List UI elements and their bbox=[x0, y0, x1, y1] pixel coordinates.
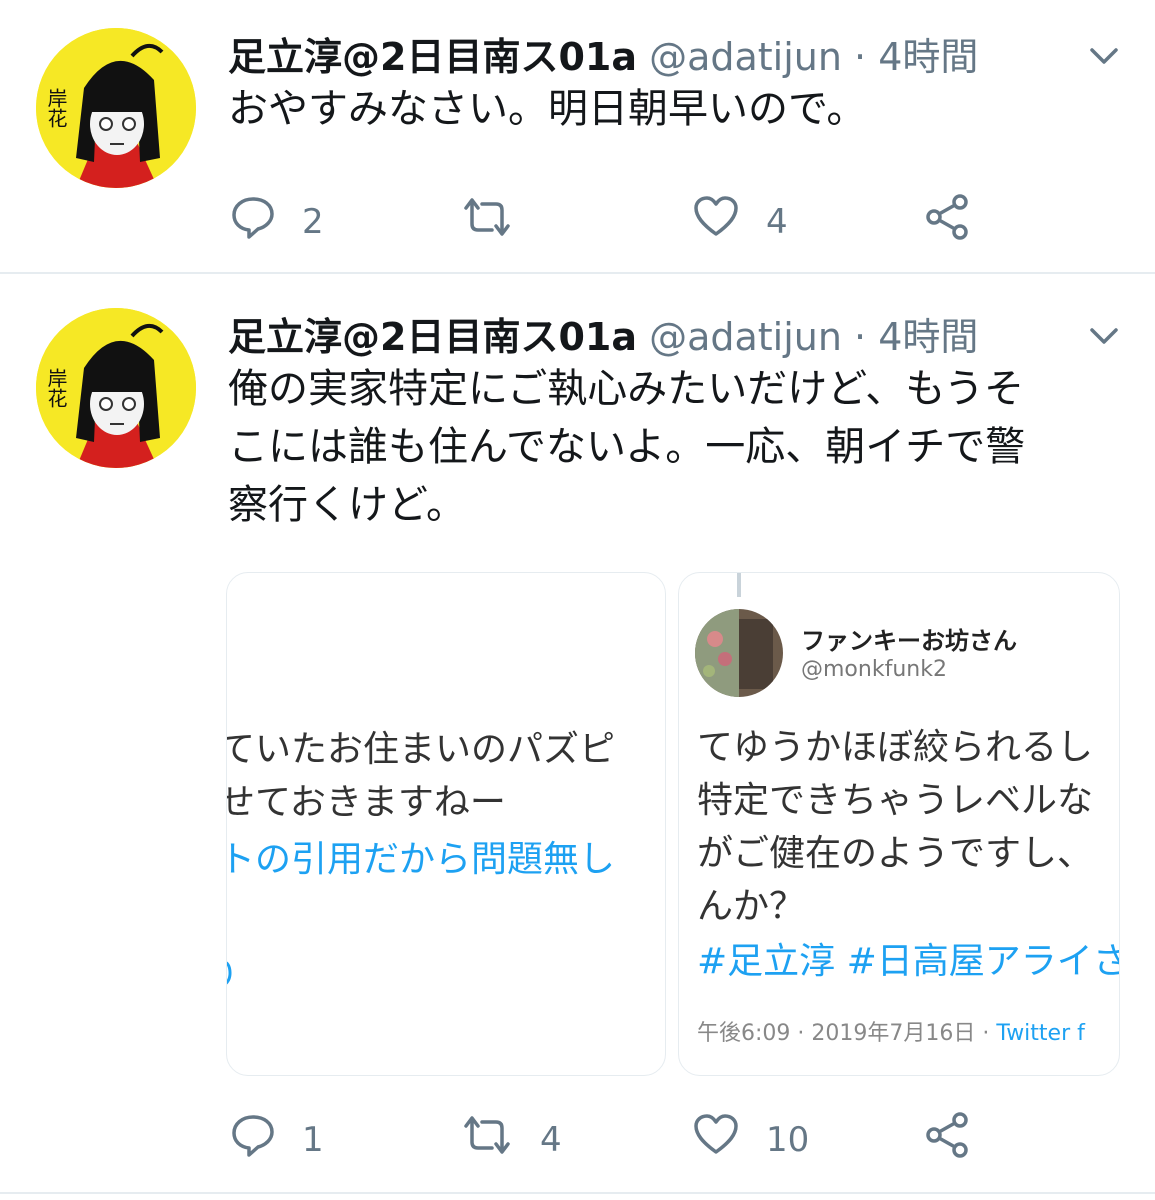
reply-button[interactable]: 1 bbox=[230, 1112, 324, 1167]
reply-icon bbox=[230, 194, 276, 249]
quoted-avatar[interactable] bbox=[695, 609, 783, 697]
reply-button[interactable]: 2 bbox=[230, 194, 324, 249]
like-count: 4 bbox=[766, 201, 788, 242]
quoted-text-line: 特定できちゃうレベルな bbox=[697, 780, 1094, 821]
tweet-divider bbox=[0, 1192, 1155, 1194]
retweet-button[interactable]: 4 bbox=[460, 1112, 562, 1167]
quoted-date: 2019年7月16日 bbox=[811, 1021, 976, 1046]
share-button[interactable] bbox=[922, 192, 972, 251]
tweet-text: 俺の実家特定にご執心みたいだけど、もうそ こには誰も住んでないよ。一応、朝イチで… bbox=[228, 360, 1128, 534]
card-text-line: せておきますねー bbox=[226, 782, 506, 823]
share-icon bbox=[922, 192, 972, 251]
tweet-header: 足立淳@2日目南ス01a @adatijun · 4時間 bbox=[228, 26, 978, 86]
like-icon bbox=[692, 1112, 740, 1167]
reply-icon bbox=[230, 1112, 276, 1167]
author-handle[interactable]: @adatijun bbox=[649, 35, 842, 79]
tweet-text-line: 俺の実家特定にご執心みたいだけど、もうそ bbox=[228, 366, 1024, 412]
tweet-text: おやすみなさい。明日朝早いので。 bbox=[228, 86, 867, 132]
tweet-1[interactable]: 岸花 足立淳@2日目南ス01a @adatijun · 4時間 おやすみなさい。… bbox=[0, 0, 1155, 272]
separator: · bbox=[854, 315, 867, 359]
action-bar: 2 4 bbox=[0, 186, 1155, 246]
reply-count: 2 bbox=[302, 201, 324, 242]
chevron-down-icon[interactable] bbox=[1086, 318, 1122, 354]
quoted-text-line: んか？ bbox=[697, 886, 806, 927]
quoted-text-line: てゆうかほぼ絞られるし bbox=[697, 727, 1094, 768]
embedded-image-card[interactable]: ていたお住まいのパズピ せておきますねー トの引用だから問題無し り bbox=[226, 572, 666, 1076]
quoted-tweet-card[interactable]: ファンキーお坊さん @monkfunk2 てゆうかほぼ絞られるし 特定できちゃう… bbox=[678, 572, 1120, 1076]
reply-count: 1 bbox=[302, 1119, 324, 1160]
retweet-icon bbox=[460, 194, 514, 249]
avatar-lettering: 岸花 bbox=[44, 368, 68, 408]
like-icon bbox=[692, 194, 740, 249]
avatar-lettering: 岸花 bbox=[44, 88, 68, 128]
quoted-source[interactable]: Twitter f bbox=[996, 1021, 1084, 1046]
tweet-text-line: こには誰も住んでないよ。一応、朝イチで警 bbox=[228, 424, 1026, 470]
card-text-line: ていたお住まいのパズピ bbox=[226, 729, 616, 770]
quoted-author-handle[interactable]: @monkfunk2 bbox=[801, 657, 947, 682]
card-text-line-link: り bbox=[227, 949, 239, 1002]
thread-line bbox=[737, 573, 741, 597]
share-icon bbox=[922, 1110, 972, 1169]
share-button[interactable] bbox=[922, 1110, 972, 1169]
timestamp[interactable]: 4時間 bbox=[878, 35, 978, 79]
author-handle[interactable]: @adatijun bbox=[649, 315, 842, 359]
tweet-text-line: 察行くけど。 bbox=[228, 482, 466, 528]
chevron-down-icon[interactable] bbox=[1086, 38, 1122, 74]
quoted-text-line: がご健在のようですし、 bbox=[697, 833, 1094, 874]
card-text-line-link: トの引用だから問題無し bbox=[226, 839, 616, 880]
retweet-button[interactable] bbox=[460, 194, 540, 249]
separator: · bbox=[982, 1021, 990, 1046]
timestamp[interactable]: 4時間 bbox=[878, 315, 978, 359]
avatar[interactable]: 岸花 bbox=[36, 28, 196, 188]
tweet-2[interactable]: 岸花 足立淳@2日目南ス01a @adatijun · 4時間 俺の実家特定にご… bbox=[0, 274, 1155, 1200]
separator: · bbox=[854, 35, 867, 79]
tweet-header: 足立淳@2日目南ス01a @adatijun · 4時間 bbox=[228, 306, 978, 366]
retweet-count: 4 bbox=[540, 1119, 562, 1160]
author-name[interactable]: 足立淳@2日目南ス01a bbox=[228, 35, 637, 79]
like-count: 10 bbox=[766, 1119, 810, 1160]
quoted-hashtags[interactable]: #足立淳 #日高屋アライさん bbox=[697, 935, 1119, 988]
retweet-icon bbox=[460, 1112, 514, 1167]
quoted-author-name[interactable]: ファンキーお坊さん bbox=[801, 621, 1017, 656]
action-bar: 1 4 10 bbox=[0, 1104, 1155, 1164]
like-button[interactable]: 4 bbox=[692, 194, 788, 249]
separator: · bbox=[797, 1021, 805, 1046]
like-button[interactable]: 10 bbox=[692, 1112, 809, 1167]
quoted-time: 午後6:09 bbox=[697, 1021, 791, 1046]
avatar[interactable]: 岸花 bbox=[36, 308, 196, 468]
author-name[interactable]: 足立淳@2日目南ス01a bbox=[228, 315, 637, 359]
quoted-meta: 午後6:09 · 2019年7月16日 · Twitter f bbox=[697, 1015, 1085, 1047]
